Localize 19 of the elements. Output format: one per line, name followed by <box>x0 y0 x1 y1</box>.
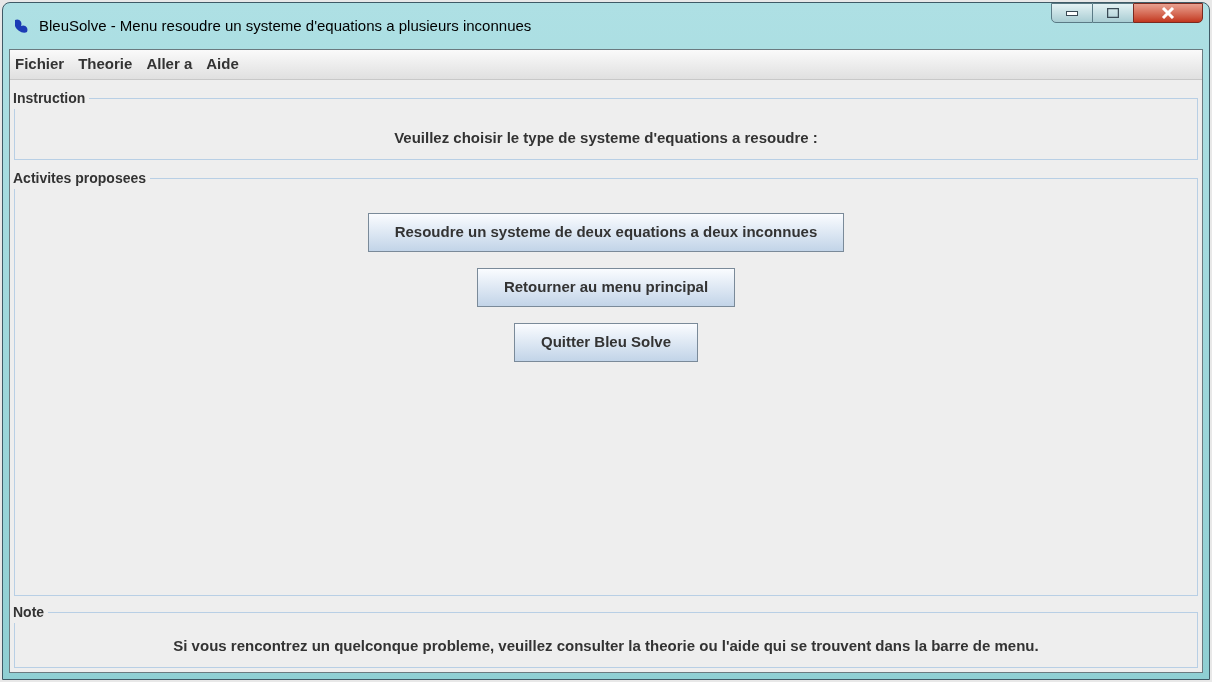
menu-item[interactable]: Aide <box>206 53 239 76</box>
action-button[interactable]: Quitter Bleu Solve <box>514 323 698 362</box>
note-text: Si vous rencontrez un quelconque probleme, veuillez consulter la theorie ou l'aide qui se trouvent dans la barre de menu. <box>172 636 1040 656</box>
action-button[interactable]: Resoudre un systeme de deux equations a deux inconnues <box>367 213 845 252</box>
panel-title: Note <box>13 603 46 622</box>
menu-item[interactable]: Aller a <box>146 53 193 76</box>
menu-item[interactable]: Theorie <box>78 53 133 76</box>
panel-title: Activites proposees <box>13 169 148 188</box>
action-button[interactable]: Retourner au menu principal <box>476 268 736 307</box>
maximize-button[interactable] <box>1093 3 1133 23</box>
close-button[interactable] <box>1133 3 1203 23</box>
window-title: BleuSolve - Menu resoudre un systeme d'equations a plusieurs inconnues <box>39 15 532 36</box>
maximize-icon <box>1107 8 1119 18</box>
menu-item[interactable]: Fichier <box>15 53 65 76</box>
panel-title: Instruction <box>13 89 87 108</box>
instruction-text: Veuillez choisir le type de systeme d'equations a resoudre : <box>393 128 819 148</box>
minimize-icon <box>1066 10 1078 16</box>
minimize-button[interactable] <box>1051 3 1093 23</box>
close-icon <box>1161 7 1175 19</box>
